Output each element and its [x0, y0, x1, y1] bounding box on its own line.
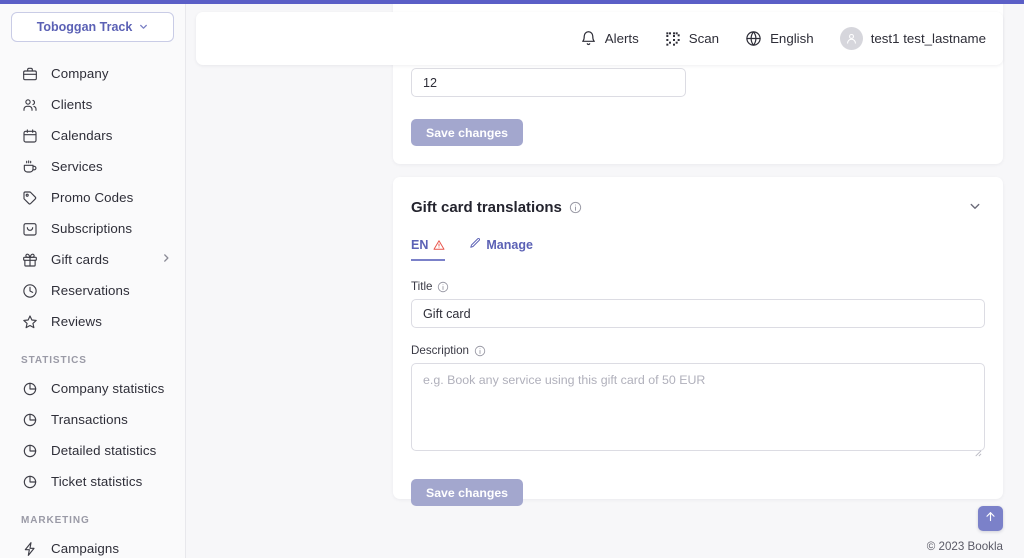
sidebar-item-label: Detailed statistics: [51, 443, 157, 458]
tab-en-label: EN: [411, 238, 429, 252]
org-switcher-label: Toboggan Track: [36, 20, 133, 34]
main-content: 12 Save changes Gift card translations E…: [186, 0, 1024, 558]
chevron-right-icon: [161, 253, 171, 266]
coffee-cup-icon: [21, 158, 38, 175]
lightning-icon: [21, 540, 38, 557]
sidebar-item-company-statistics[interactable]: Company statistics: [0, 373, 185, 404]
calendar-icon: [21, 127, 38, 144]
description-label-text: Description: [411, 344, 469, 357]
translations-card-header: Gift card translations: [393, 177, 1003, 219]
warning-triangle-icon: [433, 239, 445, 251]
pie-chart-icon: [21, 473, 38, 490]
sidebar-item-services[interactable]: Services: [0, 151, 185, 182]
sidebar-item-label: Clients: [51, 97, 93, 112]
sidebar-item-reviews[interactable]: Reviews: [0, 306, 185, 337]
globe-icon: [745, 30, 762, 47]
sidebar-item-label: Transactions: [51, 412, 128, 427]
translations-title-text: Gift card translations: [411, 199, 562, 216]
footer-copyright: © 2023 Bookla: [926, 540, 1003, 553]
scan-label: Scan: [688, 31, 720, 46]
user-avatar-icon: [839, 27, 863, 50]
description-textarea[interactable]: [411, 363, 985, 451]
sidebar-item-label: Calendars: [51, 128, 113, 143]
pie-chart-icon: [21, 380, 38, 397]
title-field-label: Title: [411, 280, 985, 293]
sidebar-item-company[interactable]: Company: [0, 58, 185, 89]
tag-icon: [21, 189, 38, 206]
page-loading-bar: [0, 0, 1024, 4]
scroll-to-top-button[interactable]: [978, 506, 1003, 531]
sidebar-section-marketing: MARKETING: [21, 515, 90, 526]
sidebar-item-label: Company: [51, 66, 109, 81]
sidebar-item-label: Services: [51, 159, 103, 174]
validity-input[interactable]: 12: [411, 68, 686, 97]
sidebar-item-label: Gift cards: [51, 252, 109, 267]
sidebar-section-statistics: STATISTICS: [21, 355, 87, 366]
chevron-down-icon: [139, 22, 148, 33]
sidebar-item-clients[interactable]: Clients: [0, 89, 185, 120]
pie-chart-icon: [21, 442, 38, 459]
alerts-button[interactable]: Alerts: [580, 30, 639, 47]
sidebar-item-reservations[interactable]: Reservations: [0, 275, 185, 306]
user-name-label: test1 test_lastname: [870, 31, 986, 46]
scan-button[interactable]: Scan: [665, 31, 719, 47]
pencil-icon: [469, 237, 481, 252]
org-switcher[interactable]: Toboggan Track: [11, 12, 174, 42]
language-selector[interactable]: English: [745, 30, 814, 47]
sidebar-item-label: Reviews: [51, 314, 102, 329]
sidebar-item-label: Promo Codes: [51, 190, 134, 205]
sidebar-item-campaigns[interactable]: Campaigns: [0, 533, 185, 558]
sidebar-item-ticket-statistics[interactable]: Ticket statistics: [0, 466, 185, 497]
language-label: English: [770, 31, 814, 46]
sidebar-item-promo-codes[interactable]: Promo Codes: [0, 182, 185, 213]
topbar: Alerts Scan English test1 test_lastname: [196, 12, 1003, 65]
sidebar-item-gift-cards[interactable]: Gift cards: [0, 244, 185, 275]
description-field-label: Description: [411, 344, 985, 357]
scroll-area[interactable]: 12 Save changes Gift card translations E…: [186, 0, 1024, 558]
sidebar-item-subscriptions[interactable]: Subscriptions: [0, 213, 185, 244]
info-icon[interactable]: [474, 345, 486, 357]
save-changes-button-top[interactable]: Save changes: [411, 119, 524, 146]
sidebar-item-detailed-statistics[interactable]: Detailed statistics: [0, 435, 185, 466]
app-root: Toboggan Track Company Clients Calendars: [0, 0, 1024, 558]
star-icon: [21, 313, 38, 330]
info-icon[interactable]: [437, 281, 449, 293]
bell-icon: [580, 30, 597, 47]
sidebar-item-transactions[interactable]: Transactions: [0, 404, 185, 435]
sidebar-item-label: Campaigns: [51, 541, 120, 556]
sidebar: Toboggan Track Company Clients Calendars: [0, 0, 186, 558]
qr-code-icon: [665, 31, 681, 47]
users-icon: [21, 96, 38, 113]
briefcase-icon: [21, 65, 38, 82]
pie-chart-icon: [21, 411, 38, 428]
gift-icon: [21, 251, 38, 268]
gift-card-translations-card: Gift card translations EN Manage Title G…: [393, 177, 1003, 506]
tab-manage-label: Manage: [486, 237, 533, 252]
sidebar-item-calendars[interactable]: Calendars: [0, 120, 185, 151]
sidebar-item-label: Subscriptions: [51, 221, 133, 236]
sidebar-item-label: Ticket statistics: [51, 474, 143, 489]
save-changes-button-translations[interactable]: Save changes: [411, 479, 524, 506]
sidebar-item-label: Company statistics: [51, 381, 165, 396]
arrow-up-icon: [984, 510, 997, 528]
translations-card-title: Gift card translations: [411, 199, 582, 216]
title-label-text: Title: [411, 280, 433, 293]
alerts-label: Alerts: [604, 31, 639, 46]
clock-icon: [21, 282, 38, 299]
chevron-down-icon[interactable]: [965, 196, 985, 219]
bag-icon: [21, 220, 38, 237]
title-input[interactable]: Gift card: [411, 299, 985, 328]
info-icon[interactable]: [569, 201, 582, 214]
user-menu[interactable]: test1 test_lastname: [839, 27, 986, 50]
tab-manage[interactable]: Manage: [469, 237, 533, 261]
tab-en[interactable]: EN: [411, 238, 446, 261]
sidebar-item-label: Reservations: [51, 283, 130, 298]
language-tabs: EN Manage: [393, 237, 1003, 261]
